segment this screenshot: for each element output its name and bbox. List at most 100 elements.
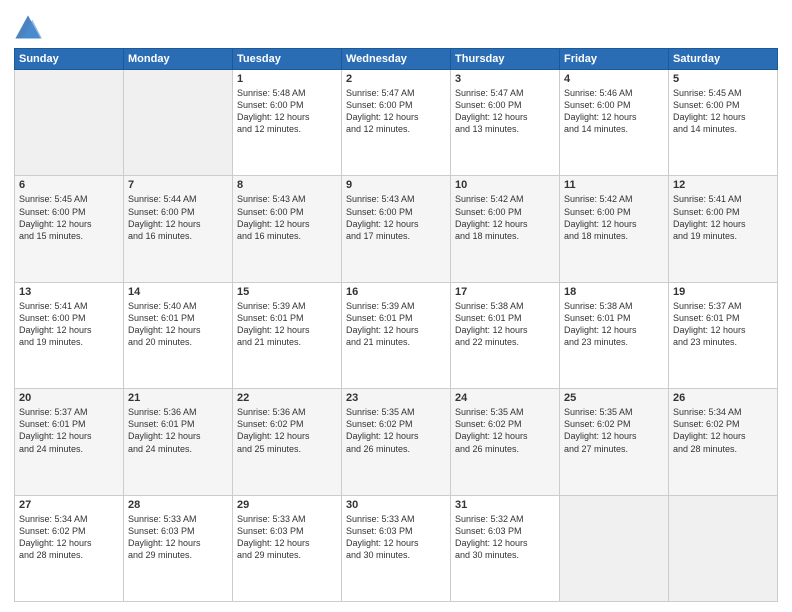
logo — [14, 14, 44, 42]
day-cell-17: 17 Sunrise: 5:38 AM Sunset: 6:01 PM Dayli… — [451, 282, 560, 388]
day-cell-21: 21 Sunrise: 5:36 AM Sunset: 6:01 PM Dayli… — [124, 389, 233, 495]
day-cell-2: 2 Sunrise: 5:47 AM Sunset: 6:00 PM Daylig… — [342, 70, 451, 176]
day-number: 7 — [128, 179, 228, 191]
day-info: Sunrise: 5:33 AM Sunset: 6:03 PM Dayligh… — [128, 513, 228, 562]
day-info: Sunrise: 5:35 AM Sunset: 6:02 PM Dayligh… — [455, 406, 555, 455]
header-cell-saturday: Saturday — [669, 49, 778, 70]
day-info: Sunrise: 5:38 AM Sunset: 6:01 PM Dayligh… — [564, 300, 664, 349]
day-info: Sunrise: 5:43 AM Sunset: 6:00 PM Dayligh… — [346, 193, 446, 242]
day-cell-3: 3 Sunrise: 5:47 AM Sunset: 6:00 PM Daylig… — [451, 70, 560, 176]
day-cell-11: 11Sunrise: 5:42 AM Sunset: 6:00 PM Dayli… — [560, 176, 669, 282]
calendar-header: SundayMondayTuesdayWednesdayThursdayFrid… — [15, 49, 778, 70]
day-cell-13: 13Sunrise: 5:41 AM Sunset: 6:00 PM Dayli… — [15, 282, 124, 388]
day-info: Sunrise: 5:36 AM Sunset: 6:01 PM Dayligh… — [128, 406, 228, 455]
day-cell-30: 30 Sunrise: 5:33 AM Sunset: 6:03 PM Dayli… — [342, 495, 451, 601]
day-number: 19 — [673, 286, 773, 298]
day-number: 28 — [128, 499, 228, 511]
day-cell-5: 5Sunrise: 5:45 AM Sunset: 6:00 PM Daylig… — [669, 70, 778, 176]
day-info: Sunrise: 5:40 AM Sunset: 6:01 PM Dayligh… — [128, 300, 228, 349]
day-info: Sunrise: 5:47 AM Sunset: 6:00 PM Dayligh… — [455, 87, 555, 136]
day-cell-1: 1 Sunrise: 5:48 AM Sunset: 6:00 PM Daylig… — [233, 70, 342, 176]
week-row-1: 1 Sunrise: 5:48 AM Sunset: 6:00 PM Daylig… — [15, 70, 778, 176]
header-cell-wednesday: Wednesday — [342, 49, 451, 70]
day-cell-25: 25Sunrise: 5:35 AM Sunset: 6:02 PM Dayli… — [560, 389, 669, 495]
day-number: 10 — [455, 179, 555, 191]
day-info: Sunrise: 5:41 AM Sunset: 6:00 PM Dayligh… — [19, 300, 119, 349]
day-number: 26 — [673, 392, 773, 404]
day-info: Sunrise: 5:38 AM Sunset: 6:01 PM Dayligh… — [455, 300, 555, 349]
day-cell-empty — [15, 70, 124, 176]
day-number: 2 — [346, 73, 446, 85]
header-cell-sunday: Sunday — [15, 49, 124, 70]
day-number: 9 — [346, 179, 446, 191]
day-info: Sunrise: 5:36 AM Sunset: 6:02 PM Dayligh… — [237, 406, 337, 455]
day-number: 14 — [128, 286, 228, 298]
day-number: 17 — [455, 286, 555, 298]
day-number: 25 — [564, 392, 664, 404]
day-cell-4: 4 Sunrise: 5:46 AM Sunset: 6:00 PM Daylig… — [560, 70, 669, 176]
day-number: 18 — [564, 286, 664, 298]
day-info: Sunrise: 5:46 AM Sunset: 6:00 PM Dayligh… — [564, 87, 664, 136]
day-info: Sunrise: 5:41 AM Sunset: 6:00 PM Dayligh… — [673, 193, 773, 242]
day-number: 6 — [19, 179, 119, 191]
day-info: Sunrise: 5:39 AM Sunset: 6:01 PM Dayligh… — [346, 300, 446, 349]
week-row-2: 6 Sunrise: 5:45 AM Sunset: 6:00 PM Daylig… — [15, 176, 778, 282]
day-number: 16 — [346, 286, 446, 298]
day-info: Sunrise: 5:43 AM Sunset: 6:00 PM Dayligh… — [237, 193, 337, 242]
day-number: 20 — [19, 392, 119, 404]
day-info: Sunrise: 5:33 AM Sunset: 6:03 PM Dayligh… — [237, 513, 337, 562]
day-number: 27 — [19, 499, 119, 511]
day-info: Sunrise: 5:34 AM Sunset: 6:02 PM Dayligh… — [19, 513, 119, 562]
day-cell-7: 7 Sunrise: 5:44 AM Sunset: 6:00 PM Daylig… — [124, 176, 233, 282]
day-number: 21 — [128, 392, 228, 404]
day-cell-12: 12Sunrise: 5:41 AM Sunset: 6:00 PM Dayli… — [669, 176, 778, 282]
day-info: Sunrise: 5:42 AM Sunset: 6:00 PM Dayligh… — [564, 193, 664, 242]
day-cell-empty — [669, 495, 778, 601]
day-number: 4 — [564, 73, 664, 85]
day-cell-28: 28 Sunrise: 5:33 AM Sunset: 6:03 PM Dayli… — [124, 495, 233, 601]
day-cell-26: 26 Sunrise: 5:34 AM Sunset: 6:02 PM Dayli… — [669, 389, 778, 495]
day-cell-empty — [124, 70, 233, 176]
day-info: Sunrise: 5:45 AM Sunset: 6:00 PM Dayligh… — [19, 193, 119, 242]
day-cell-18: 18 Sunrise: 5:38 AM Sunset: 6:01 PM Dayli… — [560, 282, 669, 388]
day-info: Sunrise: 5:33 AM Sunset: 6:03 PM Dayligh… — [346, 513, 446, 562]
day-number: 1 — [237, 73, 337, 85]
day-cell-16: 16 Sunrise: 5:39 AM Sunset: 6:01 PM Dayli… — [342, 282, 451, 388]
page: SundayMondayTuesdayWednesdayThursdayFrid… — [0, 0, 792, 612]
day-number: 29 — [237, 499, 337, 511]
day-cell-10: 10Sunrise: 5:42 AM Sunset: 6:00 PM Dayli… — [451, 176, 560, 282]
header — [14, 10, 778, 42]
day-info: Sunrise: 5:44 AM Sunset: 6:00 PM Dayligh… — [128, 193, 228, 242]
day-number: 15 — [237, 286, 337, 298]
day-cell-empty — [560, 495, 669, 601]
day-cell-6: 6 Sunrise: 5:45 AM Sunset: 6:00 PM Daylig… — [15, 176, 124, 282]
header-cell-tuesday: Tuesday — [233, 49, 342, 70]
day-number: 8 — [237, 179, 337, 191]
header-row: SundayMondayTuesdayWednesdayThursdayFrid… — [15, 49, 778, 70]
day-info: Sunrise: 5:47 AM Sunset: 6:00 PM Dayligh… — [346, 87, 446, 136]
day-number: 30 — [346, 499, 446, 511]
day-cell-15: 15 Sunrise: 5:39 AM Sunset: 6:01 PM Dayli… — [233, 282, 342, 388]
calendar-table: SundayMondayTuesdayWednesdayThursdayFrid… — [14, 48, 778, 602]
day-number: 23 — [346, 392, 446, 404]
week-row-4: 20Sunrise: 5:37 AM Sunset: 6:01 PM Dayli… — [15, 389, 778, 495]
day-cell-31: 31 Sunrise: 5:32 AM Sunset: 6:03 PM Dayli… — [451, 495, 560, 601]
day-number: 24 — [455, 392, 555, 404]
week-row-5: 27 Sunrise: 5:34 AM Sunset: 6:02 PM Dayli… — [15, 495, 778, 601]
day-cell-19: 19Sunrise: 5:37 AM Sunset: 6:01 PM Dayli… — [669, 282, 778, 388]
day-cell-14: 14 Sunrise: 5:40 AM Sunset: 6:01 PM Dayli… — [124, 282, 233, 388]
day-info: Sunrise: 5:34 AM Sunset: 6:02 PM Dayligh… — [673, 406, 773, 455]
header-cell-friday: Friday — [560, 49, 669, 70]
day-info: Sunrise: 5:35 AM Sunset: 6:02 PM Dayligh… — [346, 406, 446, 455]
week-row-3: 13Sunrise: 5:41 AM Sunset: 6:00 PM Dayli… — [15, 282, 778, 388]
day-info: Sunrise: 5:48 AM Sunset: 6:00 PM Dayligh… — [237, 87, 337, 136]
day-cell-24: 24 Sunrise: 5:35 AM Sunset: 6:02 PM Dayli… — [451, 389, 560, 495]
day-info: Sunrise: 5:32 AM Sunset: 6:03 PM Dayligh… — [455, 513, 555, 562]
day-info: Sunrise: 5:45 AM Sunset: 6:00 PM Dayligh… — [673, 87, 773, 136]
day-number: 3 — [455, 73, 555, 85]
day-number: 31 — [455, 499, 555, 511]
header-cell-monday: Monday — [124, 49, 233, 70]
day-cell-23: 23 Sunrise: 5:35 AM Sunset: 6:02 PM Dayli… — [342, 389, 451, 495]
day-cell-27: 27 Sunrise: 5:34 AM Sunset: 6:02 PM Dayli… — [15, 495, 124, 601]
day-info: Sunrise: 5:39 AM Sunset: 6:01 PM Dayligh… — [237, 300, 337, 349]
